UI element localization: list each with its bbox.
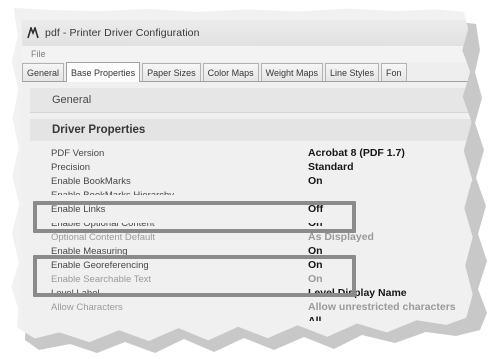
group-label: General	[52, 94, 92, 106]
property-label: Enable Searchable Text	[51, 273, 152, 285]
property-label: Allow Characters	[51, 301, 123, 313]
property-value[interactable]: Allow unrestricted characters	[308, 301, 456, 313]
title-bar: pdf - Printer Driver Configuration	[22, 20, 473, 46]
property-label: Precision	[51, 161, 91, 173]
property-label: PDF Version	[51, 147, 105, 159]
tab-line-styles[interactable]: Line Styles	[324, 63, 380, 81]
printer-driver-icon	[26, 26, 40, 40]
property-value[interactable]: All	[308, 315, 321, 321]
tab-fon[interactable]: Fon	[381, 63, 407, 81]
property-value[interactable]: Level Display Name	[308, 287, 407, 299]
property-value[interactable]: On	[308, 223, 323, 229]
tab-strip: General Base Properties Paper Sizes Color M…	[22, 62, 473, 82]
property-label: Enable Links	[51, 203, 106, 215]
section-label: Driver Properties	[52, 124, 146, 136]
tab-general[interactable]: General	[22, 63, 65, 81]
property-label: Level Label	[51, 287, 100, 299]
property-row[interactable]: Enable Georeferencing On	[30, 258, 473, 272]
screenshot-stage: pdf - Printer Driver Configuration File …	[0, 0, 496, 359]
property-value[interactable]: Acrobat 8 (PDF 1.7)	[308, 147, 405, 159]
property-value[interactable]: On	[308, 245, 323, 257]
property-row[interactable]: Enable Measuring On	[30, 244, 473, 258]
property-list: PDF Version Acrobat 8 (PDF 1.7) Precision S…	[30, 146, 473, 328]
menu-bar: File	[22, 46, 473, 63]
property-label: Enable Optional Content	[51, 217, 155, 229]
property-value[interactable]: On	[308, 259, 323, 271]
property-row[interactable]: PDF Version Acrobat 8 (PDF 1.7)	[30, 146, 473, 160]
property-label: Enable Georeferencing	[51, 259, 149, 271]
property-value[interactable]: On	[308, 175, 323, 187]
property-label: Enable BookMarks	[51, 175, 131, 187]
property-value[interactable]: Off	[308, 203, 323, 215]
tab-color-maps[interactable]: Color Maps	[202, 63, 259, 81]
printer-driver-window: pdf - Printer Driver Configuration File …	[11, 7, 473, 343]
properties-panel: General Driver Properties PDF Version Acr…	[22, 82, 473, 343]
property-row[interactable]: Enable Optional Content On	[30, 216, 473, 230]
property-row[interactable]: Enable Links Off	[30, 202, 473, 216]
property-value[interactable]: As Displayed	[308, 231, 374, 243]
window-title: pdf - Printer Driver Configuration	[45, 27, 200, 39]
property-label: Enable BookMarks Hierarchy	[51, 189, 175, 201]
property-row[interactable]: Enable BookMarks Hierarchy	[30, 188, 473, 202]
tab-base-properties[interactable]: Base Properties	[66, 62, 141, 82]
property-row[interactable]: Enable BookMarks On	[30, 174, 473, 188]
tab-paper-sizes[interactable]: Paper Sizes	[142, 63, 201, 81]
property-label: Enable Measuring	[51, 245, 128, 257]
menu-file[interactable]: File	[29, 49, 48, 59]
property-row[interactable]: Level Label Level Display Name	[30, 286, 473, 300]
group-header-general[interactable]: General	[30, 88, 473, 113]
property-row[interactable]: Enable Searchable Text On	[30, 272, 473, 286]
property-value[interactable]: Standard	[308, 161, 354, 173]
property-row[interactable]: Precision Standard	[30, 160, 473, 174]
property-row[interactable]: Optional Content Default As Displayed	[30, 230, 473, 244]
property-label: Optional Content Default	[51, 231, 156, 243]
tab-weight-maps[interactable]: Weight Maps	[260, 63, 323, 81]
section-header-driver-properties[interactable]: Driver Properties	[30, 119, 473, 141]
property-value[interactable]: On	[308, 273, 323, 285]
property-row[interactable]: Allow Characters Allow unrestricted chara…	[30, 300, 473, 314]
